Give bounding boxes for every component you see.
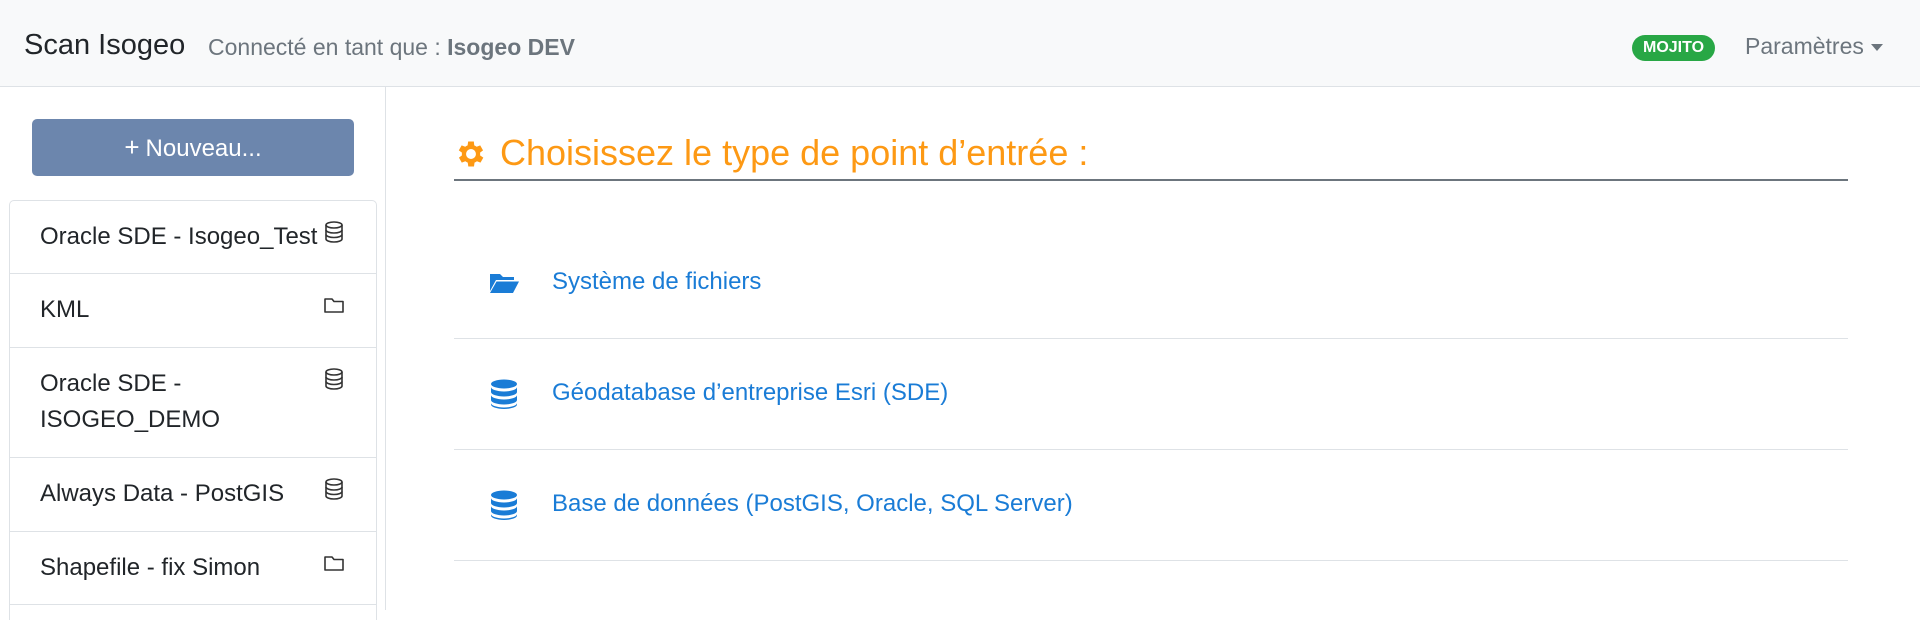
database-icon: [491, 490, 517, 520]
sidebar: + Nouveau... Oracle SDE - Isogeo_Test KML…: [0, 87, 386, 620]
folder-open-icon: [490, 274, 519, 293]
list-item[interactable]: Shapefile - fix Simon: [10, 532, 376, 605]
list-item-label: Oracle SDE - ISOGEO_DEMO: [40, 370, 221, 433]
entry-label: Base de données (PostGIS, Oracle, SQL Se…: [552, 490, 1073, 517]
top-navbar: Scan Isogeo Connecté en tant que : Isoge…: [0, 0, 1920, 87]
connected-as-text: Connecté en tant que : Isogeo DEV: [208, 33, 575, 61]
database-icon: [491, 379, 517, 409]
folder-icon: [324, 298, 344, 313]
environment-badge: MOJITO: [1632, 35, 1716, 61]
plus-icon: +: [124, 132, 140, 162]
app-brand[interactable]: Scan Isogeo: [24, 28, 185, 62]
entry-type-sde[interactable]: Géodatabase d’entreprise Esri (SDE): [454, 340, 1848, 450]
entry-point-list: Oracle SDE - Isogeo_Test KML Oracle SDE …: [9, 200, 377, 620]
list-item[interactable]: KML: [10, 274, 376, 348]
database-icon: [325, 478, 343, 500]
new-button-label: Nouveau...: [145, 135, 262, 162]
connected-prefix: Connecté en tant que :: [208, 34, 441, 60]
connected-user: Isogeo DEV: [447, 34, 575, 60]
chevron-down-icon[interactable]: [1871, 44, 1883, 51]
list-item-label: KML: [40, 296, 90, 323]
new-button[interactable]: + Nouveau...: [32, 119, 354, 176]
page-heading: Choisissez le type de point d’entrée :: [454, 133, 1848, 181]
entry-type-filesystem[interactable]: Système de fichiers: [454, 229, 1848, 339]
folder-icon: [324, 556, 344, 571]
database-icon: [325, 368, 343, 390]
list-item-label: Oracle SDE - Isogeo_Test: [40, 223, 318, 250]
page-title: Choisissez le type de point d’entrée :: [500, 132, 1089, 173]
entry-label: Système de fichiers: [552, 268, 762, 295]
list-item[interactable]: Oracle SDE - ISOGEO_DEMO: [10, 348, 376, 458]
list-item[interactable]: Oracle SDE - Isogeo_Test: [10, 201, 376, 274]
gear-icon: [458, 141, 484, 167]
list-item[interactable]: Always Data - PostGIS: [10, 458, 376, 532]
database-icon: [325, 221, 343, 243]
entry-type-database[interactable]: Base de données (PostGIS, Oracle, SQL Se…: [454, 451, 1848, 561]
settings-dropdown[interactable]: Paramètres: [1745, 32, 1864, 60]
list-item-label: Shapefile - fix Simon: [40, 554, 261, 581]
list-item-label: Always Data - PostGIS: [40, 480, 285, 507]
main-content: Choisissez le type de point d’entrée : S…: [386, 87, 1920, 610]
entry-label: Géodatabase d’entreprise Esri (SDE): [552, 379, 949, 406]
